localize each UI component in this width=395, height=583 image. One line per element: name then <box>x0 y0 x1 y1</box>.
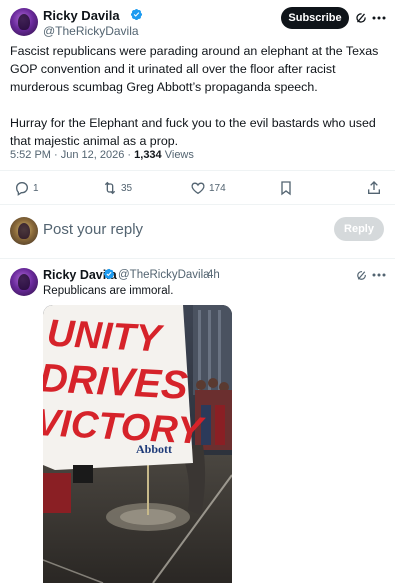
retweet-action[interactable]: 35 <box>102 180 132 196</box>
share-icon <box>368 181 380 194</box>
reply-avatar[interactable] <box>10 268 38 296</box>
tweet-media-image[interactable]: UNITY DRIVES VICTORY Abbott <box>43 305 232 583</box>
verified-badge-icon <box>103 268 115 280</box>
divider <box>0 204 395 205</box>
more-icon[interactable] <box>370 268 388 282</box>
author-name[interactable]: Ricky Davila <box>43 8 120 23</box>
tweet-paragraph: Fascist republicans were parading around… <box>10 44 379 94</box>
author-handle[interactable]: @TheRickyDavila <box>43 24 139 38</box>
divider <box>0 170 395 171</box>
retweet-icon <box>104 181 116 195</box>
banner-line: DRIVES <box>43 356 189 408</box>
banner-line: VICTORY <box>43 402 207 453</box>
banner-line: UNITY <box>46 313 166 361</box>
like-icon <box>191 182 205 195</box>
grok-icon[interactable] <box>353 10 369 26</box>
reply-tweet-text: Republicans are immoral. <box>43 285 174 297</box>
reply-icon <box>15 182 29 196</box>
banner-name: Abbott <box>136 442 172 456</box>
like-count: 174 <box>209 182 226 194</box>
retweet-count: 35 <box>121 182 133 194</box>
views-label: Views <box>164 149 194 161</box>
current-user-avatar[interactable] <box>10 217 38 245</box>
share-action[interactable] <box>366 180 382 196</box>
reply-author-handle[interactable]: @TheRickyDavila <box>118 269 210 281</box>
tweet-paragraph: Hurray for the Elephant and fuck you to … <box>10 116 376 148</box>
views-count: 1,334 <box>134 149 162 161</box>
avatar[interactable] <box>10 8 38 36</box>
grok-icon[interactable] <box>353 268 369 282</box>
subscribe-button[interactable]: Subscribe <box>281 7 349 29</box>
reply-time[interactable]: · 4h <box>200 269 220 281</box>
more-icon[interactable] <box>370 10 388 26</box>
tweet-text: Fascist republicans were parading around… <box>10 42 388 150</box>
reply-action[interactable]: 1 <box>14 180 39 196</box>
reply-input[interactable]: Post your reply <box>43 221 143 238</box>
tweet-meta: 5:52 PM · Jun 12, 2026 · 1,334 Views <box>10 149 194 161</box>
verified-badge-icon <box>130 8 143 21</box>
tweet-timestamp[interactable]: 5:52 PM · Jun 12, 2026 · <box>10 149 131 161</box>
bookmark-icon <box>281 181 291 196</box>
like-action[interactable]: 174 <box>190 180 226 196</box>
reply-button[interactable]: Reply <box>334 217 384 241</box>
divider <box>0 258 395 259</box>
reply-count: 1 <box>33 182 39 194</box>
bookmark-action[interactable] <box>278 180 294 196</box>
